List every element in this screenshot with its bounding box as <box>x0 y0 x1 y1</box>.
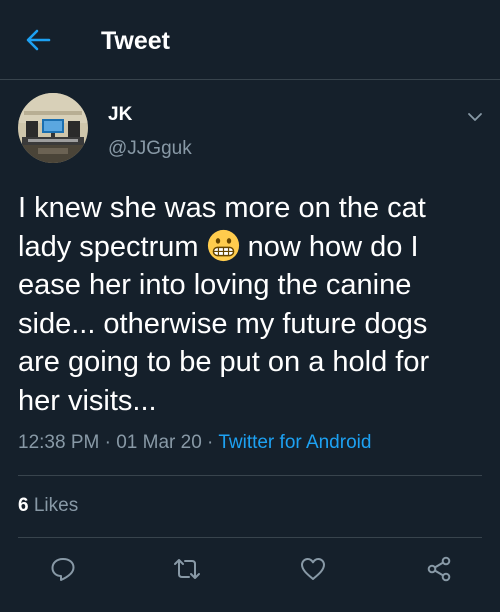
author-handle[interactable]: @JJGguk <box>108 138 192 160</box>
top-bar: Tweet <box>0 0 500 80</box>
reply-icon <box>51 558 75 581</box>
tweet-line: side... otherwise my future dogs <box>18 307 428 340</box>
page-title: Tweet <box>101 27 170 55</box>
grimacing-face-emoji <box>207 229 239 261</box>
retweet-icon <box>174 559 200 579</box>
tweet-line: now how do I <box>239 230 419 263</box>
tweet-line: lady spectrum <box>18 230 207 263</box>
divider <box>18 537 482 538</box>
share-icon <box>427 556 451 582</box>
avatar-image <box>18 93 88 163</box>
tweet-date: 01 Mar 20 <box>116 432 202 453</box>
likes-label: Likes <box>28 495 79 516</box>
retweet-button[interactable] <box>170 552 204 586</box>
tweet-line: ease her into loving the canine <box>18 269 412 301</box>
like-button[interactable] <box>296 552 330 586</box>
like-icon <box>301 558 325 580</box>
more-options-button[interactable] <box>462 104 488 130</box>
author-name[interactable]: JK <box>108 104 132 126</box>
tweet-line: I knew she was more on the cat <box>18 192 426 224</box>
tweet-line: are going to be put on a hold for <box>18 346 430 378</box>
chevron-down-icon <box>468 113 482 121</box>
likes-count: 6 <box>18 495 29 516</box>
tweet-detail-screen: Tweet JK @JJGguk I knew she was more on … <box>0 0 500 612</box>
tweet-source-link[interactable]: Twitter for Android <box>218 432 371 453</box>
back-button[interactable] <box>24 26 52 54</box>
tweet-line: her visits... <box>18 384 157 417</box>
arrow-left-icon <box>26 29 51 51</box>
meta-separator: · <box>201 432 219 453</box>
avatar[interactable] <box>18 93 88 163</box>
divider <box>18 475 482 476</box>
share-button[interactable] <box>422 552 456 586</box>
tweet-time: 12:38 PM <box>18 432 100 453</box>
reply-button[interactable] <box>46 552 80 586</box>
tweet-meta: 12:38 PM · 01 Mar 20 · Twitter for Andro… <box>18 430 371 456</box>
tweet-text: I knew she was more on the cat lady spec… <box>18 189 488 420</box>
likes-stat[interactable]: 6 Likes <box>18 494 78 518</box>
meta-separator: · <box>99 432 117 453</box>
